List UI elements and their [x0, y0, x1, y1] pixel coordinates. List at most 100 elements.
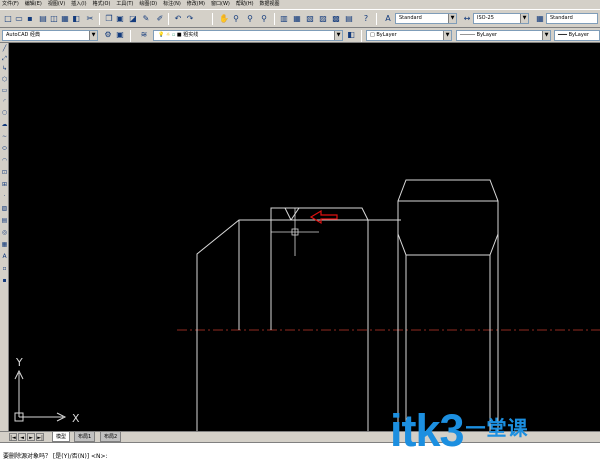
- dim-style-value: ISO-25: [477, 15, 494, 21]
- cut-icon[interactable]: ✂: [85, 14, 95, 24]
- help-icon[interactable]: ?: [361, 14, 371, 24]
- revcloud-icon[interactable]: ☁: [1, 121, 8, 128]
- nav-prev-button[interactable]: ◄: [18, 433, 26, 441]
- add-selected-icon[interactable]: ▫: [1, 265, 8, 272]
- redo-icon[interactable]: ↷: [185, 14, 195, 24]
- point-icon[interactable]: ·: [1, 193, 8, 200]
- menu-tools[interactable]: 工具(T): [116, 0, 133, 9]
- spline-icon[interactable]: ∼: [1, 133, 8, 140]
- polygon-icon[interactable]: ⬡: [1, 76, 8, 83]
- open-icon[interactable]: ▭: [14, 14, 24, 24]
- rectangle-icon[interactable]: ▭: [1, 87, 8, 94]
- color-swatch: □: [370, 32, 375, 38]
- copy-icon[interactable]: ❐: [104, 14, 114, 24]
- circle-icon[interactable]: ○: [1, 109, 8, 116]
- layer-previous-icon[interactable]: ◧: [346, 30, 356, 40]
- publish-icon[interactable]: ◧: [71, 14, 81, 24]
- zoom-icon[interactable]: ⚲: [231, 14, 241, 24]
- menu-edit[interactable]: 编辑(E): [25, 0, 42, 9]
- nav-first-button[interactable]: |◄: [9, 433, 17, 441]
- color-select[interactable]: □ ByLayer ▼: [366, 30, 452, 41]
- pan-icon[interactable]: ✋: [219, 14, 229, 24]
- calc-icon[interactable]: ▤: [344, 14, 354, 24]
- menu-modify[interactable]: 修改(M): [187, 0, 205, 9]
- menu-view[interactable]: 视图(V): [48, 0, 65, 9]
- sun-icon[interactable]: ☼: [166, 32, 170, 38]
- menu-file[interactable]: 文件(F): [2, 0, 19, 9]
- tab-layout1[interactable]: 布局1: [74, 432, 96, 442]
- nav-last-button[interactable]: ►|: [36, 433, 44, 441]
- brush2-icon[interactable]: ✐: [155, 14, 165, 24]
- v-notch-left: [284, 207, 292, 221]
- menu-window[interactable]: 窗口(W): [211, 0, 230, 9]
- linetype-sample: ─────: [460, 32, 476, 38]
- layer-color-swatch: ■: [176, 32, 182, 38]
- design-center-icon[interactable]: ▦: [292, 14, 302, 24]
- menu-insert[interactable]: 插入(I): [71, 0, 86, 9]
- region-icon[interactable]: ◎: [1, 229, 8, 236]
- chevron-down-icon[interactable]: ▼: [520, 14, 528, 23]
- menu-dimension[interactable]: 标注(N): [163, 0, 181, 9]
- separator: [168, 13, 169, 25]
- markup-icon[interactable]: ▩: [331, 14, 341, 24]
- menu-draw[interactable]: 绘图(D): [139, 0, 157, 9]
- print-icon[interactable]: ▤: [38, 14, 48, 24]
- chevron-down-icon[interactable]: ▼: [443, 31, 451, 40]
- workspace-save-icon[interactable]: ▣: [115, 30, 125, 40]
- sheet-set-icon[interactable]: ▨: [318, 14, 328, 24]
- menu-data-view[interactable]: 数据视图: [260, 0, 280, 9]
- tab-layout2[interactable]: 布局2: [100, 432, 122, 442]
- nav-next-button[interactable]: ►: [27, 433, 35, 441]
- drawing-svg: Y X: [14, 179, 600, 431]
- linetype-select[interactable]: ───── ByLayer ▼: [456, 30, 551, 41]
- layer-manager-icon[interactable]: ≋: [139, 30, 149, 40]
- make-block-icon[interactable]: ⊞: [1, 181, 8, 188]
- ellipse-arc-icon[interactable]: ◠: [1, 157, 8, 164]
- chevron-down-icon[interactable]: ▼: [448, 14, 456, 23]
- shaft-profile: [196, 207, 401, 431]
- draw-toolbar: ╱ ⤢ ↳ ⬡ ▭ ◜ ○ ☁ ∼ ⬭ ◠ ⊡ ⊞ · ▨ ▤ ◎ ▦ A ▫ …: [0, 43, 9, 431]
- menu-help[interactable]: 帮助(H): [236, 0, 254, 9]
- text-style-select[interactable]: Standard ▼: [395, 13, 457, 24]
- mtext-icon[interactable]: A: [1, 253, 8, 260]
- save-icon[interactable]: ▪: [25, 14, 35, 24]
- properties-icon[interactable]: ▥: [279, 14, 289, 24]
- workspace-select[interactable]: AutoCAD 经典 ▼: [2, 30, 98, 41]
- lineweight-select[interactable]: ━━━ ByLayer: [554, 30, 600, 41]
- chevron-down-icon[interactable]: ▼: [334, 31, 342, 40]
- dim-style-select[interactable]: ISO-25 ▼: [473, 13, 529, 24]
- zoom-window-icon[interactable]: ⚲: [245, 14, 255, 24]
- command-prompt: 要删除源对象吗？ [是(Y)/否(N)] <N>:: [3, 453, 108, 460]
- workspace-settings-icon[interactable]: ⚙: [103, 30, 113, 40]
- chevron-down-icon[interactable]: ▼: [542, 31, 550, 40]
- preview-icon[interactable]: ◫: [49, 14, 59, 24]
- modify-icon[interactable]: ▪: [1, 277, 8, 284]
- table-style-icon: ▦: [536, 14, 544, 23]
- pline-icon[interactable]: ↳: [1, 65, 8, 72]
- tab-model[interactable]: 模型: [52, 432, 71, 442]
- tool-palette-icon[interactable]: ▧: [305, 14, 315, 24]
- match-icon[interactable]: ◪: [128, 14, 138, 24]
- menu-format[interactable]: 格式(O): [93, 0, 111, 9]
- ellipse-icon[interactable]: ⬭: [1, 145, 8, 152]
- hatch-icon[interactable]: ▨: [1, 205, 8, 212]
- zoom-prev-icon[interactable]: ⚲: [259, 14, 269, 24]
- lightbulb-icon[interactable]: 💡: [158, 32, 164, 38]
- brush-icon[interactable]: ✎: [141, 14, 151, 24]
- xline-icon[interactable]: ⤢: [1, 55, 8, 62]
- insert-block-icon[interactable]: ⊡: [1, 169, 8, 176]
- table-icon[interactable]: ▦: [1, 241, 8, 248]
- gradient-icon[interactable]: ▤: [1, 217, 8, 224]
- plot-icon[interactable]: ▦: [60, 14, 70, 24]
- new-icon[interactable]: □: [3, 14, 13, 24]
- arc-icon[interactable]: ◜: [1, 98, 8, 105]
- line-icon[interactable]: ╱: [1, 45, 8, 52]
- paste-icon[interactable]: ▣: [115, 14, 125, 24]
- drawing-canvas[interactable]: Y X: [9, 43, 600, 431]
- layer-select[interactable]: 💡 ☼ ▫ ■ 粗实线 ▼: [153, 30, 343, 41]
- part-outline[interactable]: [196, 179, 499, 431]
- lock-icon[interactable]: ▫: [172, 32, 175, 38]
- undo-icon[interactable]: ↶: [173, 14, 183, 24]
- table-style-select[interactable]: Standard: [546, 13, 598, 24]
- chevron-down-icon[interactable]: ▼: [89, 31, 97, 40]
